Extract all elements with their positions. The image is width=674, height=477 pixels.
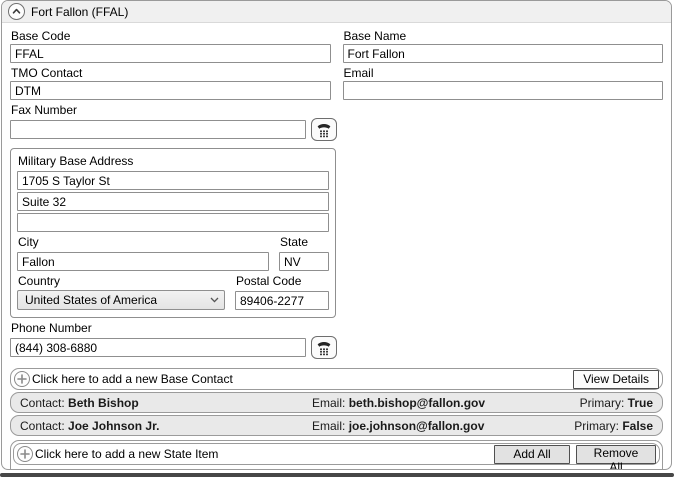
- expander-header[interactable]: Fort Fallon (FFAL): [2, 1, 671, 23]
- base-contacts-list: Click here to add a new Base Contact Vie…: [10, 368, 663, 436]
- country-label: Country: [18, 274, 225, 288]
- add-all-button[interactable]: Add All: [494, 445, 570, 464]
- base-editor-window: Fort Fallon (FFAL) Base Code Base Name T…: [0, 0, 674, 477]
- panel-title: Fort Fallon (FFAL): [31, 5, 128, 19]
- contact-row[interactable]: Contact: Beth Bishop Email: beth.bishop@…: [10, 392, 663, 413]
- phone-dial-button[interactable]: [311, 336, 337, 359]
- form-content: Base Code Base Name TMO Contact Email: [2, 23, 671, 470]
- country-select[interactable]: United States of America: [17, 290, 225, 310]
- telephone-keypad-icon: [316, 340, 332, 356]
- contact-email-cell: Email: beth.bishop@fallon.gov: [312, 396, 580, 410]
- remove-all-button[interactable]: Remove All: [576, 445, 656, 464]
- email-label: Email: [344, 66, 664, 80]
- contact-primary-cell: Primary: True: [580, 396, 653, 410]
- add-base-contact-row[interactable]: Click here to add a new Base Contact Vie…: [10, 368, 663, 390]
- view-details-button[interactable]: View Details: [573, 370, 659, 389]
- chevron-up-icon: [11, 6, 22, 17]
- fax-number-input[interactable]: [10, 120, 306, 139]
- postal-code-label: Postal Code: [236, 274, 329, 288]
- add-state-item-row[interactable]: Click here to add a new State Item Add A…: [13, 443, 660, 465]
- chevron-down-icon: [210, 297, 219, 303]
- city-input[interactable]: [17, 252, 269, 271]
- add-base-contact-prompt: Click here to add a new Base Contact: [32, 372, 233, 386]
- address-line3-input[interactable]: [17, 213, 329, 232]
- plus-icon: [14, 371, 30, 387]
- contact-email-cell: Email: joe.johnson@fallon.gov: [312, 419, 574, 433]
- phone-number-label: Phone Number: [11, 321, 663, 335]
- contact-name-cell: Contact: Beth Bishop: [20, 396, 312, 410]
- address-line1-input[interactable]: [17, 171, 329, 190]
- postal-code-input[interactable]: [235, 291, 329, 310]
- state-items-list: Click here to add a new State Item Add A…: [10, 440, 663, 470]
- phone-number-input[interactable]: [10, 338, 306, 357]
- email-input[interactable]: [343, 81, 664, 100]
- state-input[interactable]: [279, 252, 329, 271]
- plus-icon: [17, 446, 33, 462]
- military-base-address-group: Military Base Address City State: [10, 148, 336, 318]
- telephone-keypad-icon: [316, 122, 332, 138]
- add-state-item-prompt: Click here to add a new State Item: [35, 447, 218, 461]
- contact-row[interactable]: Contact: Joe Johnson Jr. Email: joe.john…: [10, 415, 663, 436]
- contact-primary-cell: Primary: False: [574, 419, 653, 433]
- base-code-label: Base Code: [11, 29, 331, 43]
- expander-panel: Fort Fallon (FFAL) Base Code Base Name T…: [1, 0, 672, 470]
- address-group-label: Military Base Address: [18, 154, 329, 168]
- tmo-contact-label: TMO Contact: [11, 66, 331, 80]
- collapse-button[interactable]: [8, 3, 25, 20]
- base-name-input[interactable]: [343, 44, 664, 63]
- base-code-input[interactable]: [10, 44, 331, 63]
- fax-dial-button[interactable]: [311, 118, 337, 141]
- tmo-contact-input[interactable]: [10, 81, 331, 100]
- address-line2-input[interactable]: [17, 192, 329, 211]
- fax-number-label: Fax Number: [11, 103, 663, 117]
- state-label: State: [280, 235, 329, 249]
- base-name-label: Base Name: [344, 29, 664, 43]
- country-selected-value: United States of America: [25, 293, 210, 307]
- city-label: City: [18, 235, 269, 249]
- window-bottom-edge: [0, 473, 674, 477]
- contact-name-cell: Contact: Joe Johnson Jr.: [20, 419, 312, 433]
